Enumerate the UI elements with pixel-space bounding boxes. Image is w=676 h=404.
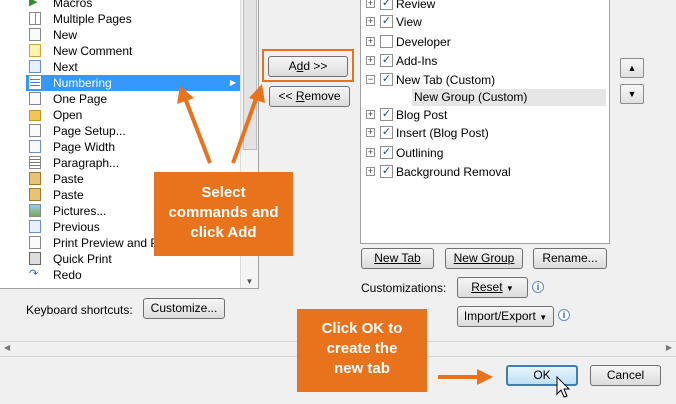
arrow-to-add-button: [231, 84, 265, 164]
mouse-cursor-icon: [556, 375, 571, 398]
select-commands-callout: Select commands and click Add: [154, 172, 293, 256]
arrow-to-numbering: [177, 86, 212, 164]
arrow-to-ok-button: [438, 369, 493, 385]
click-ok-callout: Click OK to create the new tab: [297, 309, 427, 392]
